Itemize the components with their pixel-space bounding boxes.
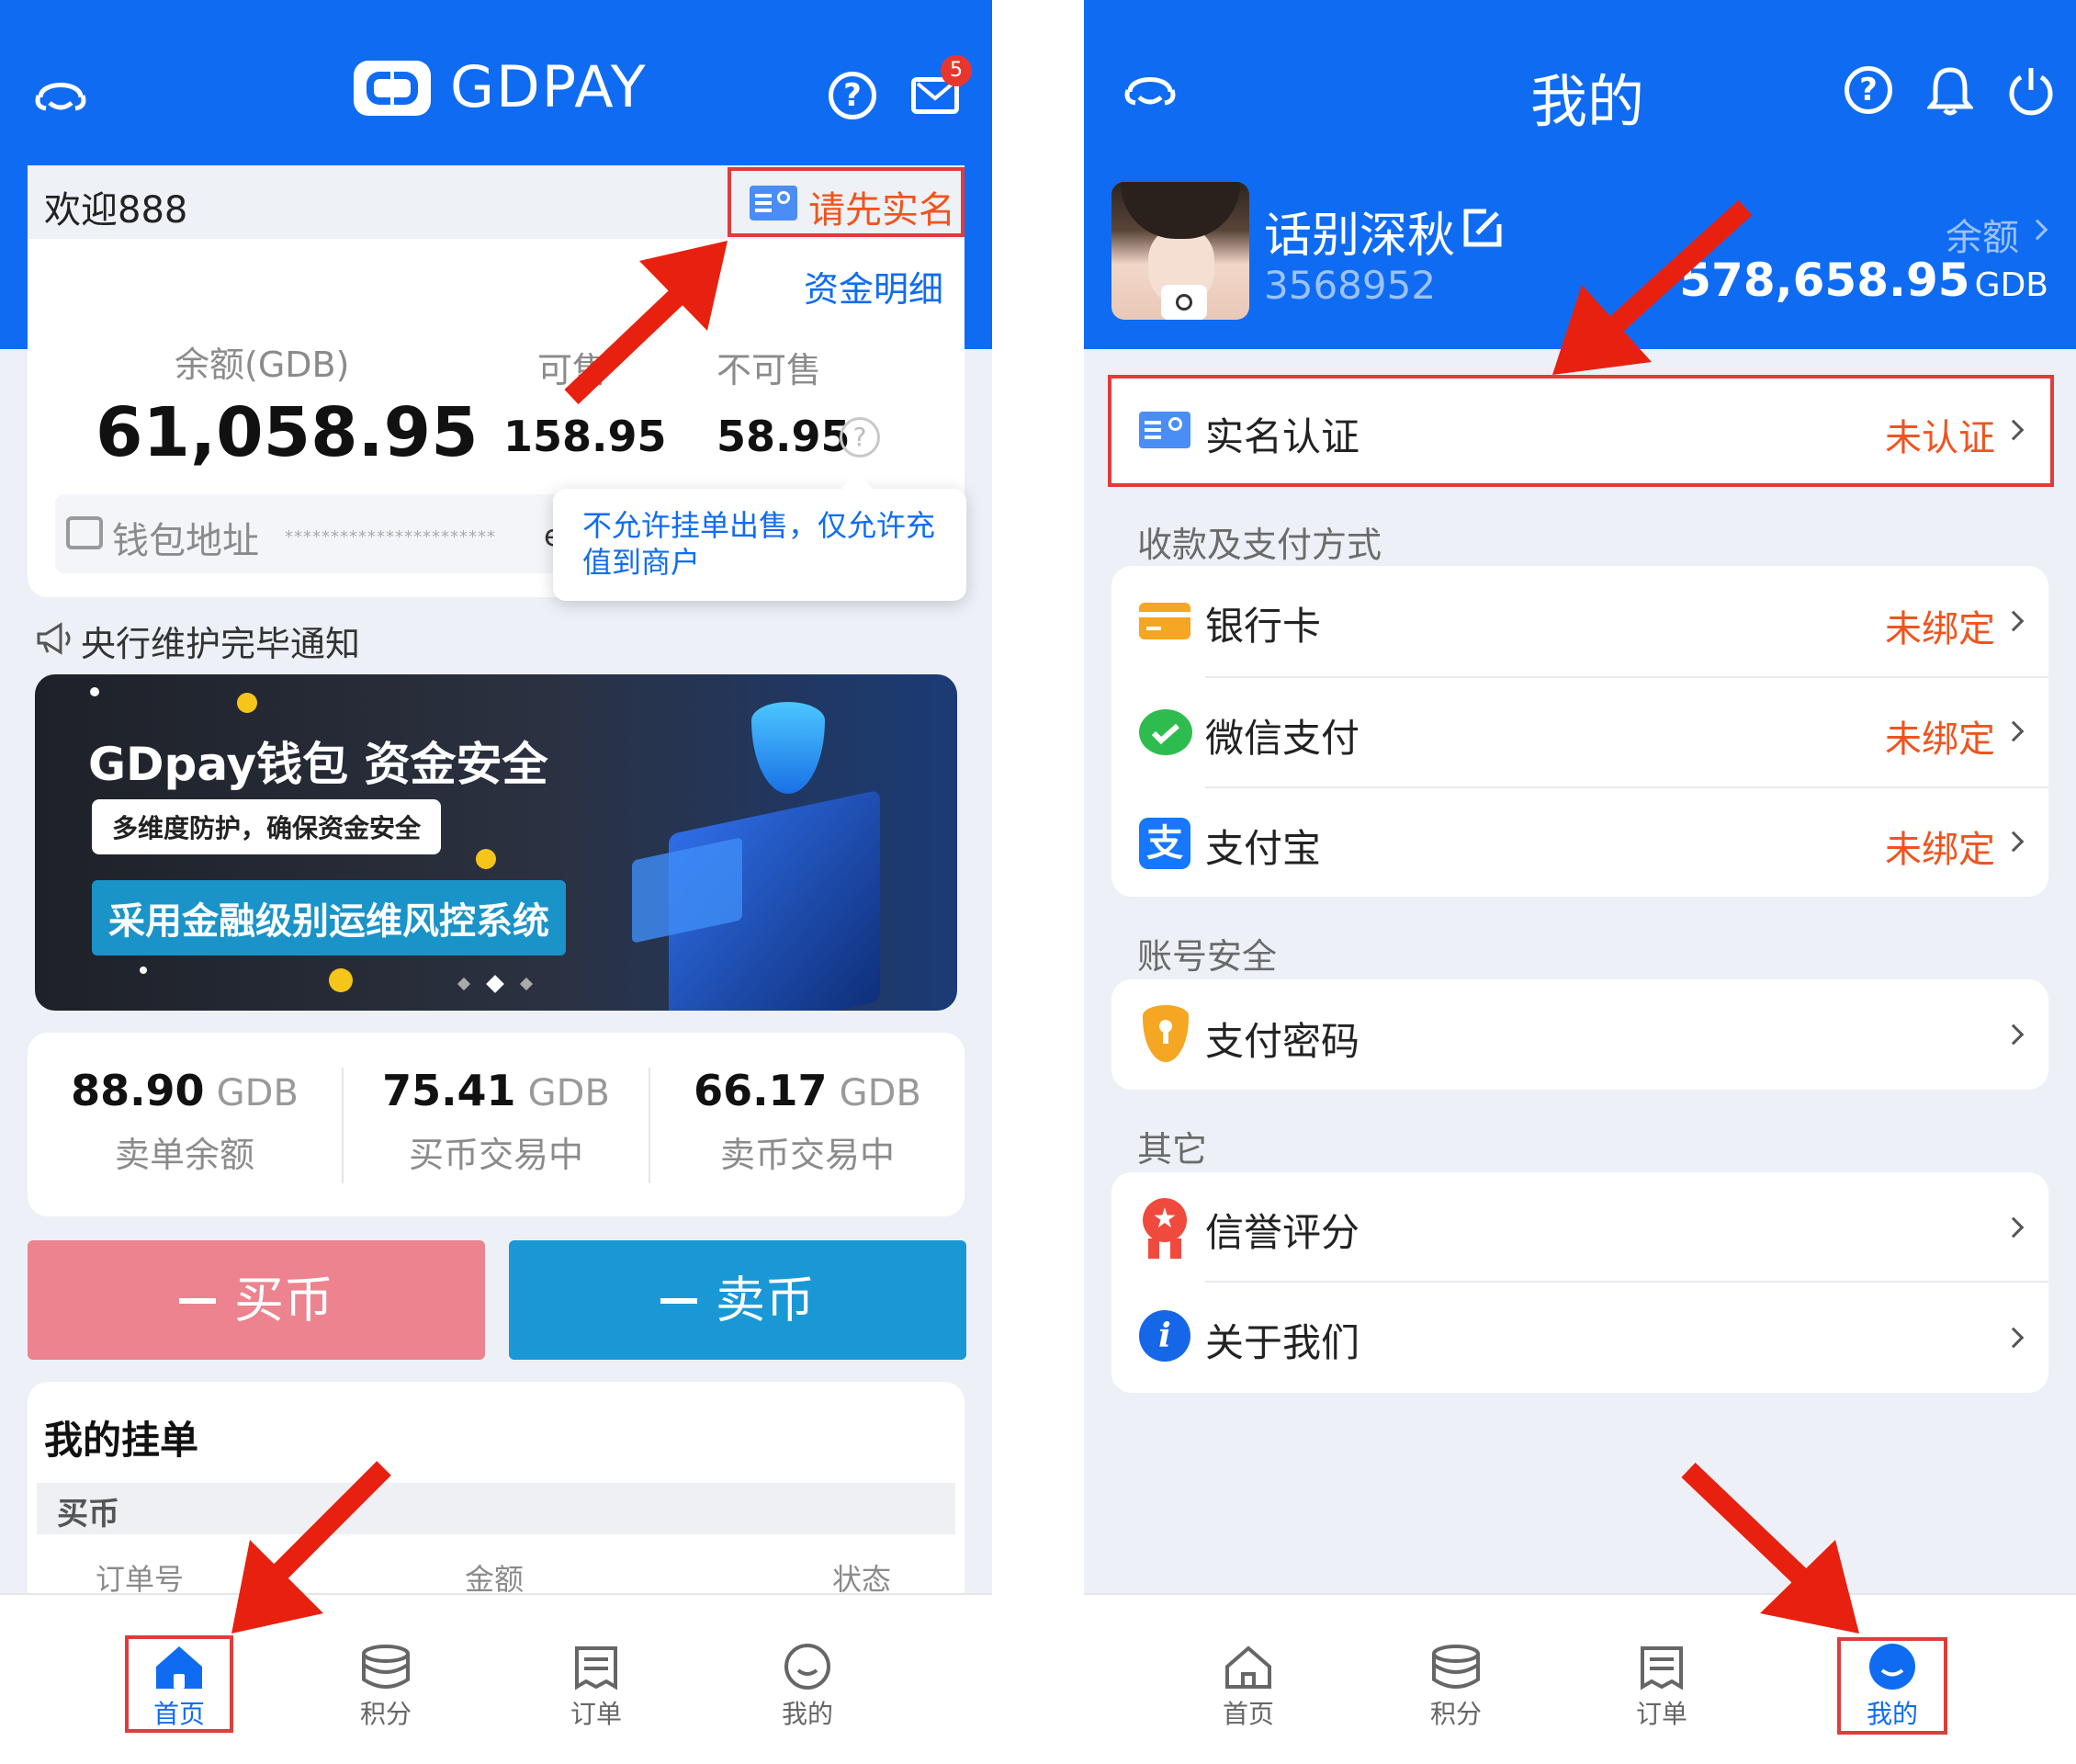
annotation-arrow xyxy=(231,241,728,1634)
left-screen: GDPAY ? 5 欢迎888 请先实名 资金明细 余额(GDB) 61,058… xyxy=(0,0,992,1764)
annotation-arrow xyxy=(1552,199,1859,1634)
right-screen: 我的 ? 话别深秋 3568952 余额 578,658.95 GDB 实名认证… xyxy=(1084,0,2076,1764)
